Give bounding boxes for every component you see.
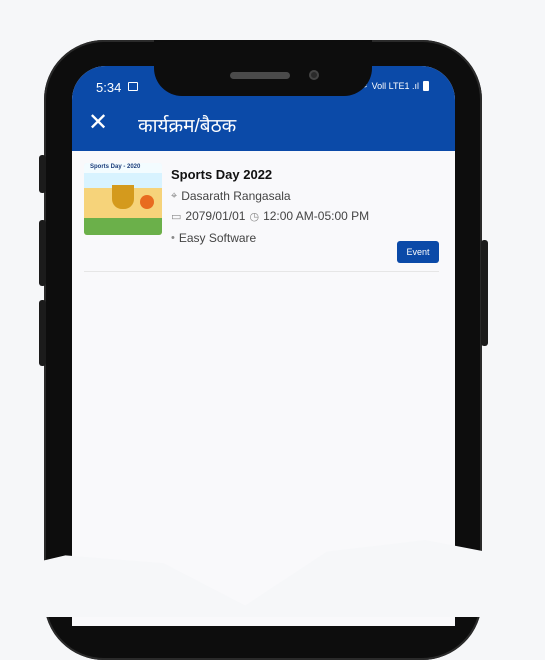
location-row: ⌖ Dasarath Rangasala: [171, 189, 291, 203]
clock-icon: ◷: [249, 210, 260, 223]
status-time: 5:34: [96, 80, 122, 95]
event-title: Sports Day 2022: [171, 167, 273, 182]
gallery-icon: [128, 82, 138, 91]
phone-side-button: [39, 220, 46, 286]
battery-icon: [423, 80, 429, 91]
event-time: 12:00 AM-05:00 PM: [263, 209, 370, 223]
event-thumbnail: Sports Day - 2020: [84, 163, 162, 235]
location-pin-icon: ⌖: [171, 189, 178, 202]
trophy-icon: [112, 185, 134, 209]
close-icon[interactable]: ✕: [88, 111, 110, 135]
list-item[interactable]: Sports Day - 2020 Sports Day 2022 ⌖ Dasa…: [84, 163, 439, 272]
phone-screen: 5:34 ≋ Voll LTE1 .ıl ✕ कार्यक्रम/बैठक Sp…: [72, 66, 455, 626]
event-location: Dasarath Rangasala: [181, 189, 291, 203]
status-icons: ≋ Voll LTE1 .ıl: [360, 80, 429, 91]
phone-side-button: [39, 155, 46, 193]
thumbnail-title: Sports Day - 2020: [90, 164, 141, 170]
field-graphic: [84, 218, 162, 235]
camera-icon: [309, 70, 319, 80]
organizer-icon: •: [171, 232, 175, 244]
calendar-icon: ▭: [171, 210, 182, 223]
speaker: [230, 72, 290, 79]
date-row: ▭ 2079/01/01 ◷ 12:00 AM-05:00 PM: [171, 209, 369, 223]
organizer-row: • Easy Software: [171, 231, 256, 245]
phone-notch: [154, 40, 372, 96]
signal-text: Voll LTE1 .ıl: [371, 80, 419, 91]
page-title: कार्यक्रम/बैठक: [138, 116, 237, 137]
basketball-icon: [140, 195, 154, 209]
phone-side-button: [39, 300, 46, 366]
event-organizer: Easy Software: [178, 231, 257, 245]
event-date: 2079/01/01: [185, 209, 246, 223]
event-badge[interactable]: Event: [397, 241, 439, 263]
phone-side-button: [481, 240, 488, 346]
